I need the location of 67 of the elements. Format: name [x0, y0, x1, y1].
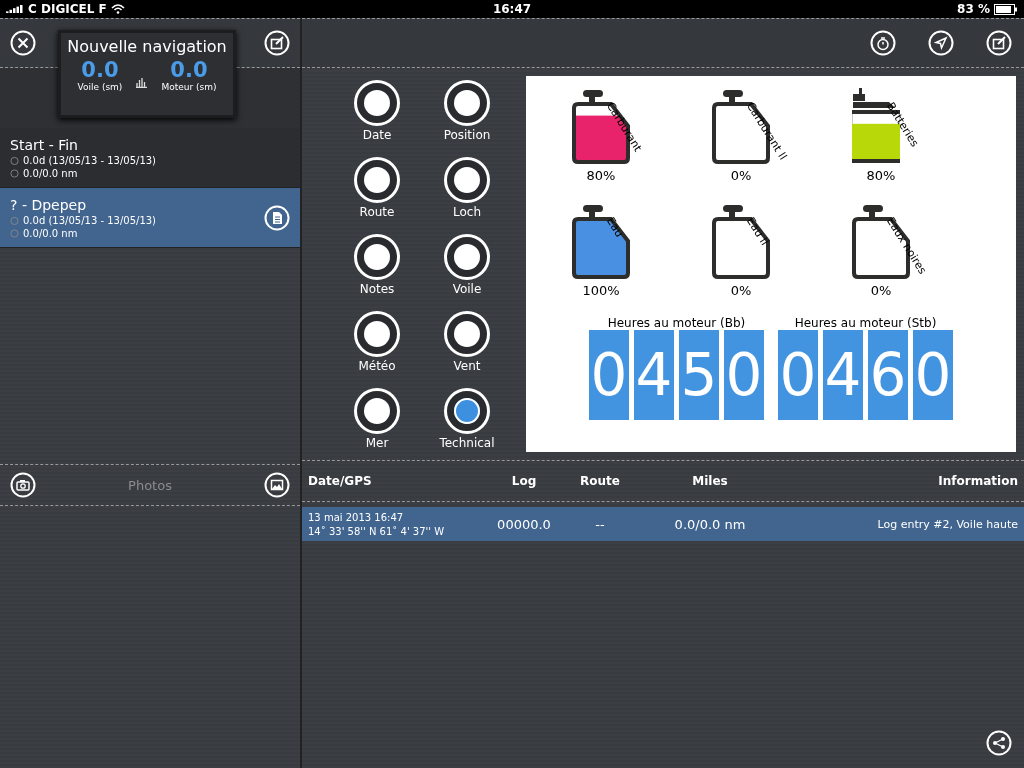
trip-duration: 0.0d (13/05/13 - 13/05/13) [23, 154, 157, 166]
column-header: Date/GPS [308, 474, 373, 488]
gauge-reading: 80% [865, 168, 897, 183]
share-icon[interactable] [986, 730, 1012, 756]
column-header: Information [937, 474, 1018, 488]
close-icon[interactable] [10, 30, 36, 56]
carrier-name: C DIGICEL F [28, 2, 107, 16]
edit-icon[interactable] [264, 30, 290, 56]
log-date: 13 mai 2013 16:47 [308, 511, 405, 523]
stat-label: Moteur (sm) [161, 82, 217, 92]
edit-icon[interactable] [986, 30, 1012, 56]
column-header: Route [579, 474, 621, 488]
trip-distance: 0.0/0.0 nm [23, 227, 78, 239]
engine-hours-label: Heures au moteur (Stb) [794, 316, 937, 330]
column-header: Log [510, 474, 538, 488]
log-row[interactable]: 13 mai 2013 16:47 14˚ 33' 58'' N 61˚ 4' 37'' W 00000.0 -- 0.0/0.0 nm Log entry #2, Voile haute [302, 507, 1024, 541]
log-value: 00000.0 [496, 516, 552, 532]
log-information: Log entry #2, Voile haute [876, 517, 1018, 531]
counter-digit: 5 [679, 330, 719, 420]
engine-hours-label: Heures au moteur (Bb) [607, 316, 746, 330]
trip-item[interactable]: Start - Fin 0.0d (13/05/13 - 13/05/13) 0.0/0.0 nm [0, 128, 300, 188]
clock-time: 16:47 [492, 2, 532, 16]
tank-body [712, 217, 770, 279]
category-radio[interactable]: Vent [422, 311, 512, 384]
gauge-reading: 0% [869, 283, 893, 298]
image-icon[interactable] [264, 472, 290, 498]
document-icon[interactable] [264, 204, 290, 231]
wifi-icon [110, 4, 125, 14]
gauge-reading: 80% [585, 168, 617, 183]
gauge-reading: 100% [581, 283, 621, 298]
category-radio[interactable]: Mer [332, 388, 422, 461]
counter-digit: 0 [778, 330, 818, 420]
counter-digit: 0 [913, 330, 953, 420]
stat-label: Voile (sm) [77, 82, 123, 92]
trip-duration: 0.0d (13/05/13 - 13/05/13) [23, 214, 157, 226]
counter-digit: 4 [823, 330, 863, 420]
counter-digit: 4 [634, 330, 674, 420]
trip-title: Start - Fin [10, 136, 79, 153]
route-value: -- [594, 516, 606, 532]
category-radio[interactable]: Technical [422, 388, 512, 461]
category-radio[interactable]: Notes [332, 234, 422, 307]
trip-item[interactable]: ? - Dpepep 0.0d (13/05/13 - 13/05/13) 0.0/0.0 nm [0, 188, 300, 248]
signal-icon [6, 4, 24, 14]
trip-distance: 0.0/0.0 nm [23, 167, 78, 179]
photos-title: Photos [128, 477, 172, 493]
counter-digit: 6 [868, 330, 908, 420]
card-title: Nouvelle navigation [67, 37, 227, 56]
stat-value: 0.0 [81, 58, 119, 82]
camera-icon[interactable] [10, 472, 36, 498]
miles-value: 0.0/0.0 nm [673, 516, 747, 532]
category-radio[interactable]: Météo [332, 311, 422, 384]
trip-title: ? - Dpepep [10, 196, 88, 213]
stat-value: 0.0 [170, 58, 208, 82]
category-radio[interactable]: Loch [422, 157, 512, 230]
bar-chart-icon [136, 78, 148, 88]
category-radio[interactable]: Route [332, 157, 422, 230]
column-header: Miles [691, 474, 729, 488]
category-radio[interactable]: Position [422, 80, 512, 153]
log-gps: 14˚ 33' 58'' N 61˚ 4' 37'' W [308, 525, 446, 537]
counter-digit: 0 [589, 330, 629, 420]
gauge-reading: 0% [729, 168, 753, 183]
battery-percent: 83 % [957, 2, 990, 16]
counter-digit: 0 [724, 330, 764, 420]
battery-icon [994, 3, 1018, 15]
category-radio[interactable]: Voile [422, 234, 512, 307]
gauge-reading: 0% [729, 283, 753, 298]
category-radio[interactable]: Date [332, 80, 422, 153]
